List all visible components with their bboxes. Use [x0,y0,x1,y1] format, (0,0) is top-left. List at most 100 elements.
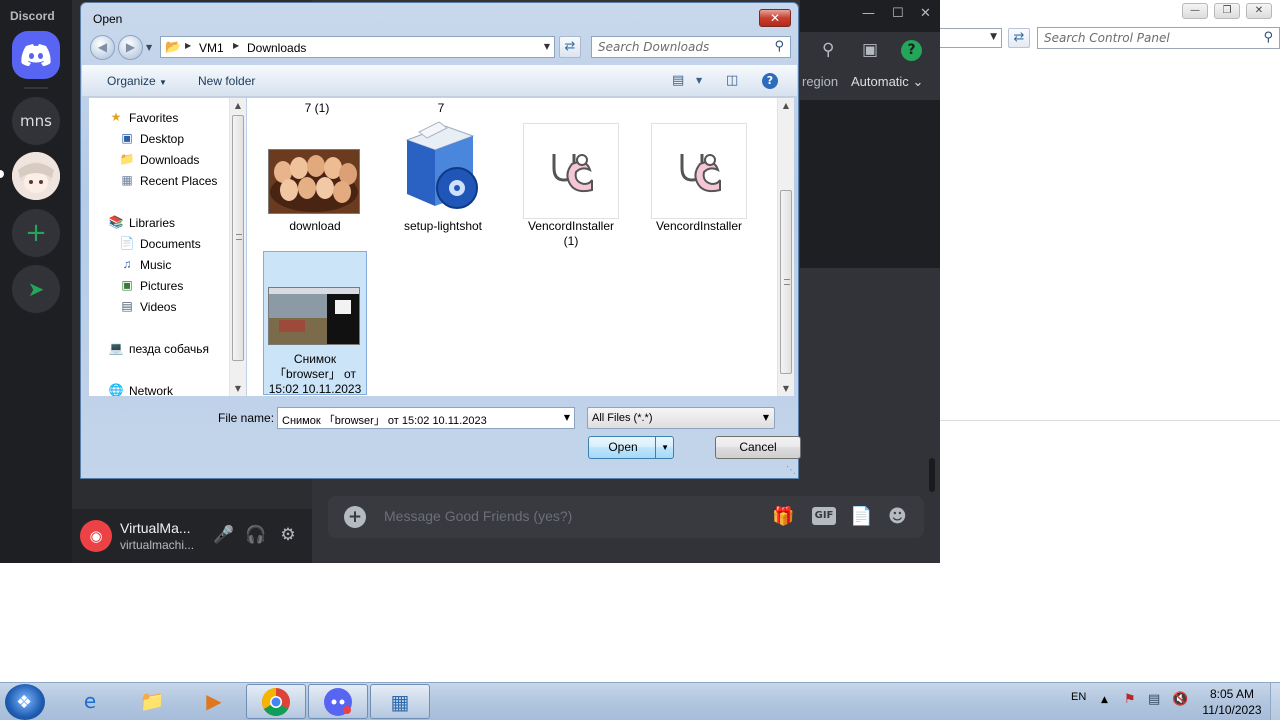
scroll-up-icon[interactable]: ▲ [230,101,246,110]
chevron-down-icon[interactable]: ▼ [661,437,669,458]
sticker-icon[interactable]: 📄 [850,506,872,527]
explore-servers-button[interactable]: ➤ [12,265,60,313]
recent-pages-dropdown-icon[interactable]: ▼ [146,43,152,52]
help-icon[interactable]: ? [901,40,922,61]
cancel-button[interactable]: Cancel [715,436,801,459]
refresh-button[interactable]: ⇄ [1008,28,1030,48]
nav-videos[interactable]: ▤ Videos [89,297,229,317]
language-indicator[interactable]: EN [1071,691,1086,703]
scroll-down-icon[interactable]: ▼ [230,384,246,393]
minimize-button[interactable]: — [1182,3,1208,19]
scrollbar-thumb[interactable] [929,458,935,492]
resize-grip-icon[interactable]: ⋱ [786,465,796,476]
file-type-select[interactable]: All Files (*.*) ▼ [587,407,775,429]
back-button[interactable]: ◀ [90,35,115,60]
scroll-down-icon[interactable]: ▼ [778,384,794,393]
organize-button[interactable]: Organize ▼ [107,74,167,88]
open-button[interactable]: Open ▼ [588,436,674,459]
taskbar-windows-explorer[interactable]: 📁 [122,684,182,719]
action-center-icon[interactable]: ⚑ [1124,692,1136,707]
inbox-icon[interactable]: ▣ [862,40,878,60]
message-input[interactable]: Message Good Friends (yes?) [384,508,572,524]
breadcrumb-downloads[interactable]: Downloads [247,41,306,55]
nav-network[interactable]: 🌐 Network [89,381,229,396]
nav-pictures[interactable]: ▣ Pictures [89,276,229,296]
dialog-close-button[interactable]: ✕ [759,9,791,27]
close-button[interactable]: ✕ [1246,3,1272,19]
nav-music[interactable]: ♫ Music [89,255,229,275]
gif-button[interactable]: GIF [812,507,836,525]
forward-button[interactable]: ▶ [118,35,143,60]
views-icon[interactable]: ▤ [672,73,684,88]
dialog-title: Open [93,12,123,26]
nav-recent-places[interactable]: ▦ Recent Places [89,171,229,191]
nav-desktop[interactable]: ▣ Desktop [89,129,229,149]
breadcrumb-vm1[interactable]: VM1 [199,41,224,55]
maximize-button[interactable]: ❐ [1214,3,1240,19]
file-item-screenshot-selected[interactable]: Снимок 「browser」 от 15:02 10.11.2023 [263,251,367,396]
navigation-scrollbar[interactable]: ▲ ▼ [229,98,246,396]
start-button[interactable]: ❖ [5,684,45,720]
new-folder-button[interactable]: New folder [198,74,255,88]
attach-plus-icon[interactable]: + [344,506,366,528]
region-dropdown[interactable]: Automatic ⌄ [851,74,923,90]
minimize-button[interactable]: — [862,6,875,21]
scrollbar-thumb[interactable] [780,190,792,374]
chevron-down-icon[interactable]: ▼ [990,32,997,42]
headphones-icon[interactable]: 🎧 [245,525,267,545]
emoji-icon[interactable]: ☻ [888,506,907,527]
user-name[interactable]: VirtualMa... [120,520,191,536]
clock-time[interactable]: 8:05 AM [1201,687,1263,701]
scroll-up-icon[interactable]: ▲ [778,101,794,110]
taskbar-discord[interactable] [308,684,368,719]
server-avatar[interactable] [12,152,60,200]
preview-pane-icon[interactable]: ◫ [726,73,738,88]
address-bar[interactable]: 📂 ▶ VM1 ▶ Downloads ▼ [160,36,555,58]
control-panel-search-input[interactable]: Search Control Panel ⚲ [1037,27,1280,49]
clock-date[interactable]: 11/10/2023 [1199,703,1265,717]
maximize-button[interactable]: ☐ [892,6,904,21]
nav-documents[interactable]: 📄 Documents [89,234,229,254]
message-composer[interactable]: + Message Good Friends (yes?) 🎁 GIF 📄 ☻ [328,496,924,538]
file-label[interactable]: 7 (1) [277,101,357,116]
nav-favorites[interactable]: ★ Favorites [89,108,229,128]
user-avatar[interactable]: ◉ [80,520,112,552]
chevron-right-icon[interactable]: ▶ [185,41,191,50]
overlay-panel [800,100,940,268]
chevron-down-icon[interactable]: ▼ [696,76,702,85]
show-desktop-button[interactable] [1270,683,1280,720]
file-label[interactable]: 7 [401,101,481,116]
control-panel-address-bar[interactable]: ▼ [940,28,1002,48]
discord-titlebar: — ☐ ✕ [800,0,940,32]
taskbar-google-chrome[interactable] [246,684,306,719]
server-mns[interactable]: mns [12,97,60,145]
chevron-down-icon[interactable]: ▼ [544,42,550,51]
gift-icon[interactable]: 🎁 [772,506,794,527]
taskbar-control-panel[interactable]: ▦ [370,684,430,719]
search-icon: ⚲ [1263,30,1273,45]
network-icon[interactable]: ▤ [1148,692,1160,707]
gear-icon[interactable]: ⚙ [277,525,299,545]
scrollbar-thumb[interactable] [232,115,244,361]
add-server-button[interactable]: + [12,209,60,257]
taskbar-media-player[interactable]: ▶ [184,684,244,719]
chevron-down-icon[interactable]: ▼ [564,413,570,422]
file-list-scrollbar[interactable]: ▲ ▼ [777,98,794,396]
search-icon[interactable]: ⚲ [822,40,834,60]
close-button[interactable]: ✕ [920,6,931,21]
nav-downloads[interactable]: 📁 Downloads [89,150,229,170]
show-hidden-icons-chevron[interactable]: ▲ [1101,695,1108,705]
screenshot-thumbnail-icon [268,287,360,345]
microphone-icon[interactable]: 🎤 [213,525,235,545]
chevron-right-icon[interactable]: ▶ [233,41,239,50]
volume-muted-icon[interactable]: 🔇 [1172,692,1188,707]
file-name-input[interactable]: Снимок 「browser」 от 15:02 10.11.2023 ▼ [277,407,575,429]
refresh-button[interactable]: ⇄ [559,36,581,58]
nav-homegroup[interactable]: 💻 пезда собачья [89,339,229,359]
taskbar-internet-explorer[interactable]: e [60,684,120,719]
search-input[interactable]: Search Downloads ⚲ [591,36,791,58]
open-button-label: Open [608,440,638,454]
nav-libraries[interactable]: 📚 Libraries [89,213,229,233]
direct-messages-button[interactable] [12,31,60,79]
help-icon[interactable]: ? [762,73,778,89]
